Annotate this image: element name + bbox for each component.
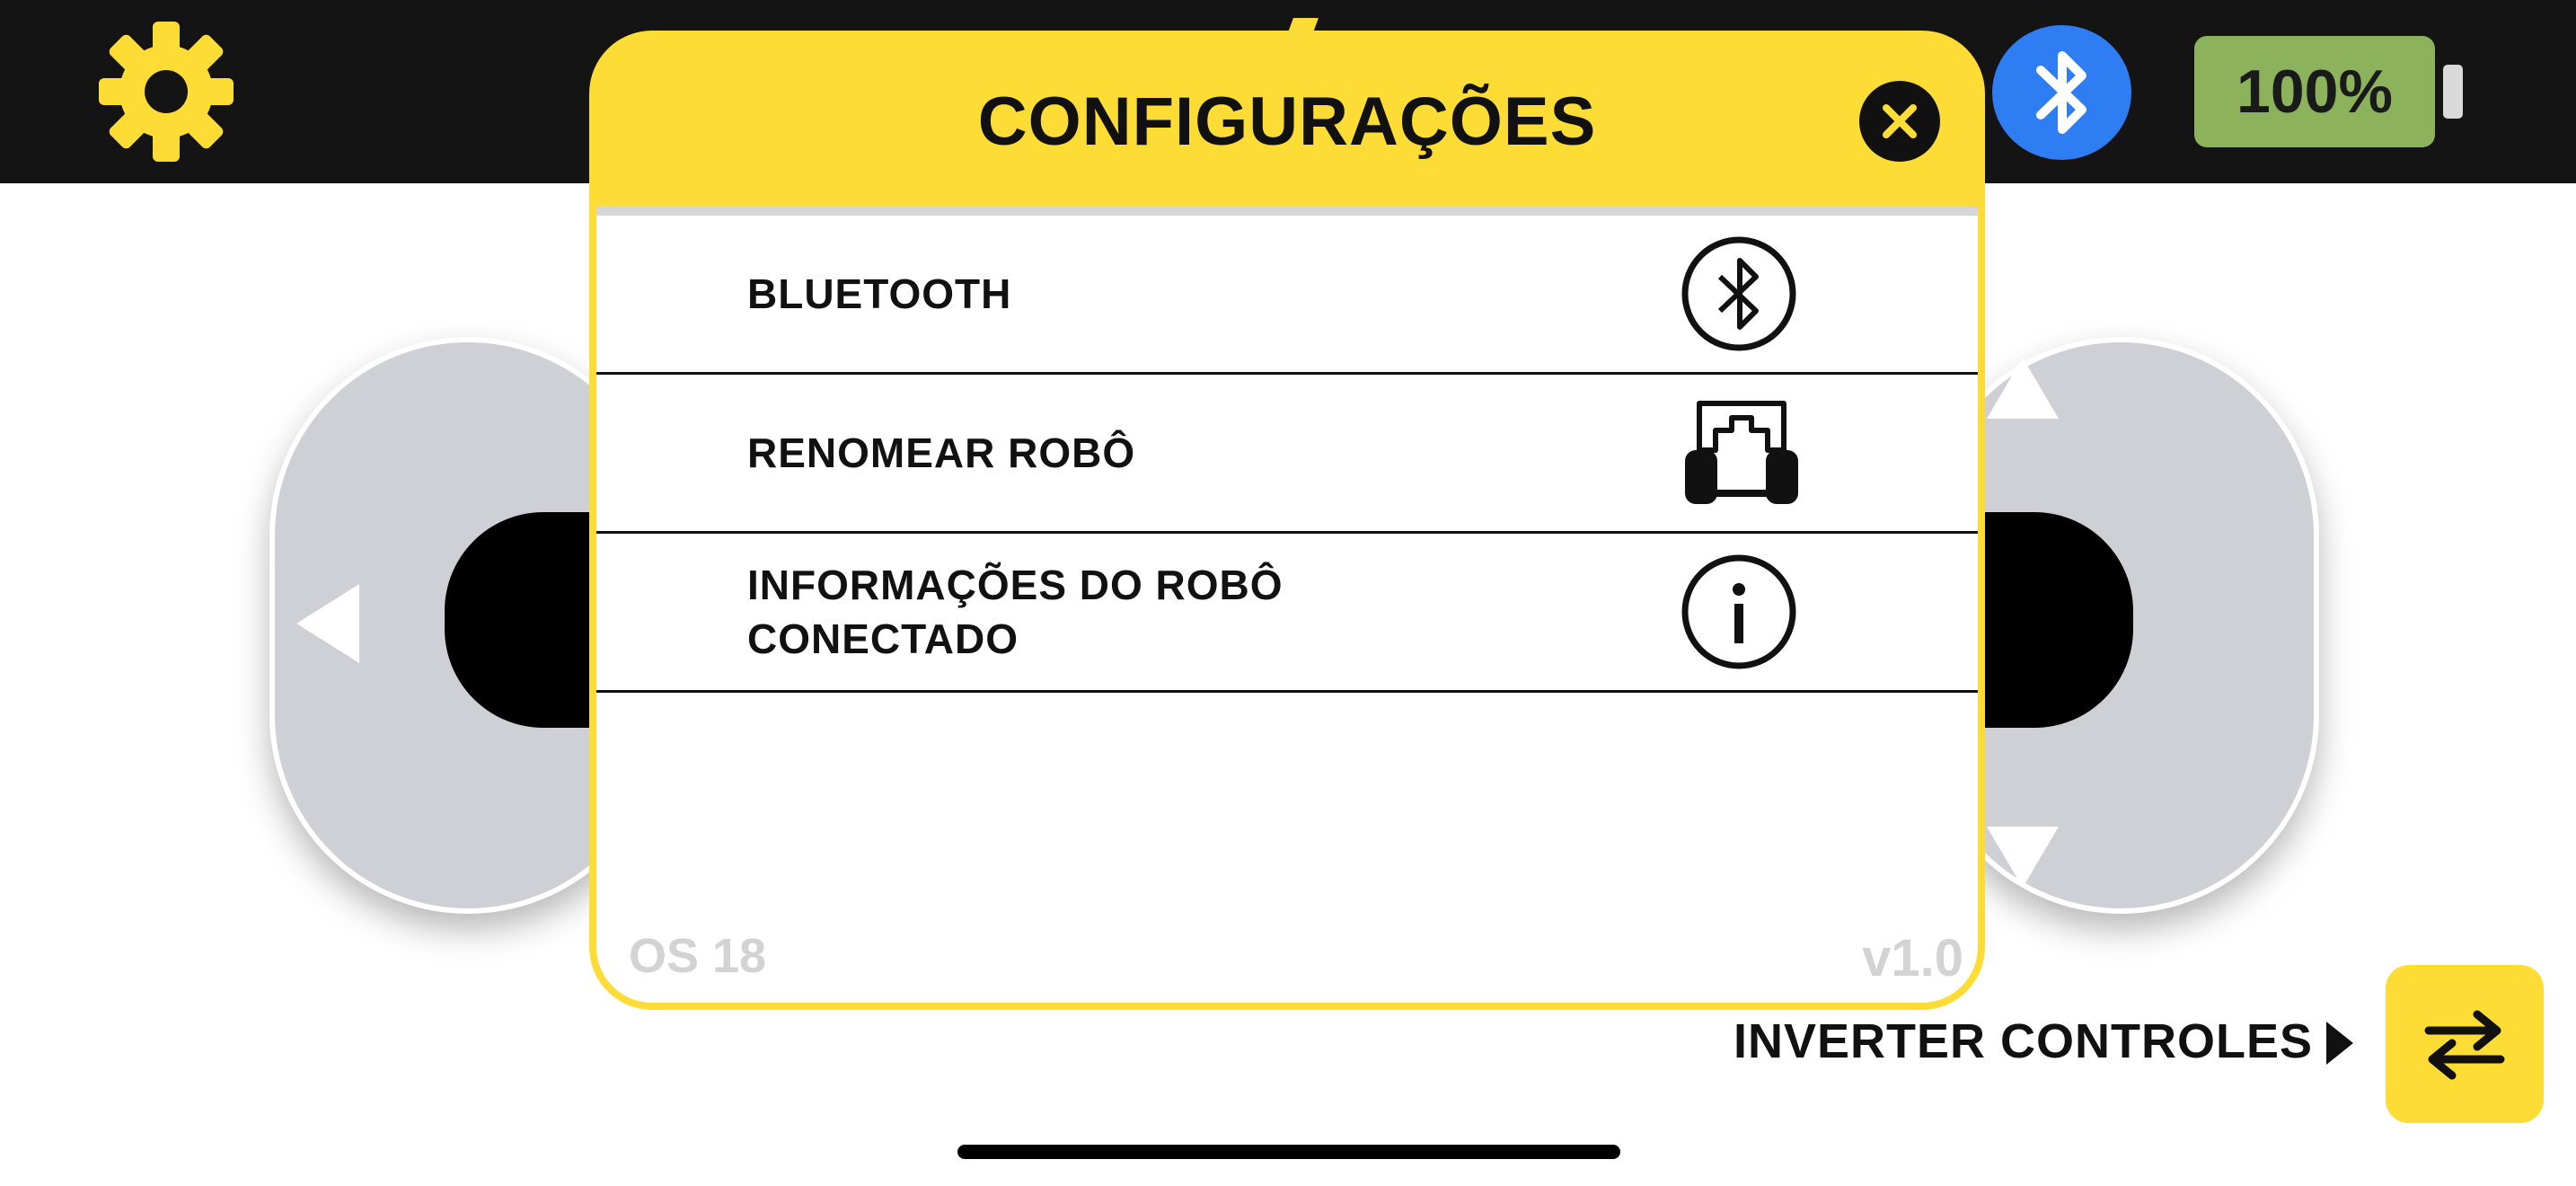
up-arrow-icon (1987, 358, 2059, 419)
settings-modal: CONFIGURAÇÕES BLUETOOTH RENOMEAR ROBÔ IN… (589, 31, 1985, 1010)
app-version: v1.0 (1862, 929, 1963, 987)
bluetooth-circle-icon (1681, 236, 1796, 351)
bluetooth-status-button[interactable] (1992, 25, 2131, 160)
menu-item-label: INFORMAÇÕES DO ROBÔ CONECTADO (747, 558, 1284, 666)
menu-item-label-line1: INFORMAÇÕES DO ROBÔ (747, 562, 1284, 608)
robot-icon (1685, 401, 1798, 504)
divider (596, 207, 1978, 216)
modal-body: BLUETOOTH RENOMEAR ROBÔ INFORMAÇÕES DO R… (596, 207, 1978, 1003)
menu-item-rename-robot[interactable]: RENOMEAR ROBÔ (596, 375, 1978, 534)
down-arrow-icon (1987, 827, 2059, 888)
close-icon (1883, 104, 1917, 138)
play-arrow-icon (2326, 1022, 2353, 1065)
left-arrow-icon (296, 584, 359, 663)
os-version: OS 18 (629, 929, 767, 983)
info-icon (1681, 554, 1796, 669)
invert-controls-button[interactable] (2386, 965, 2544, 1123)
menu-item-label-line2: CONECTADO (747, 615, 1019, 662)
home-indicator[interactable] (957, 1145, 1620, 1159)
modal-header: CONFIGURAÇÕES (589, 31, 1985, 207)
battery-indicator: 100% (2194, 36, 2435, 147)
menu-item-label: BLUETOOTH (747, 270, 1012, 317)
menu-item-robot-info[interactable]: INFORMAÇÕES DO ROBÔ CONECTADO (596, 534, 1978, 693)
gear-icon[interactable] (99, 22, 234, 162)
modal-title: CONFIGURAÇÕES (977, 84, 1597, 160)
battery-tip (2443, 65, 2463, 119)
menu-item-label: RENOMEAR ROBÔ (747, 429, 1136, 476)
menu-item-bluetooth[interactable]: BLUETOOTH (596, 216, 1978, 375)
bluetooth-icon (2035, 51, 2086, 134)
swap-arrows-icon (2424, 1010, 2505, 1080)
invert-controls-label: INVERTER CONTROLES (1734, 1014, 2314, 1068)
close-button[interactable] (1859, 81, 1940, 162)
